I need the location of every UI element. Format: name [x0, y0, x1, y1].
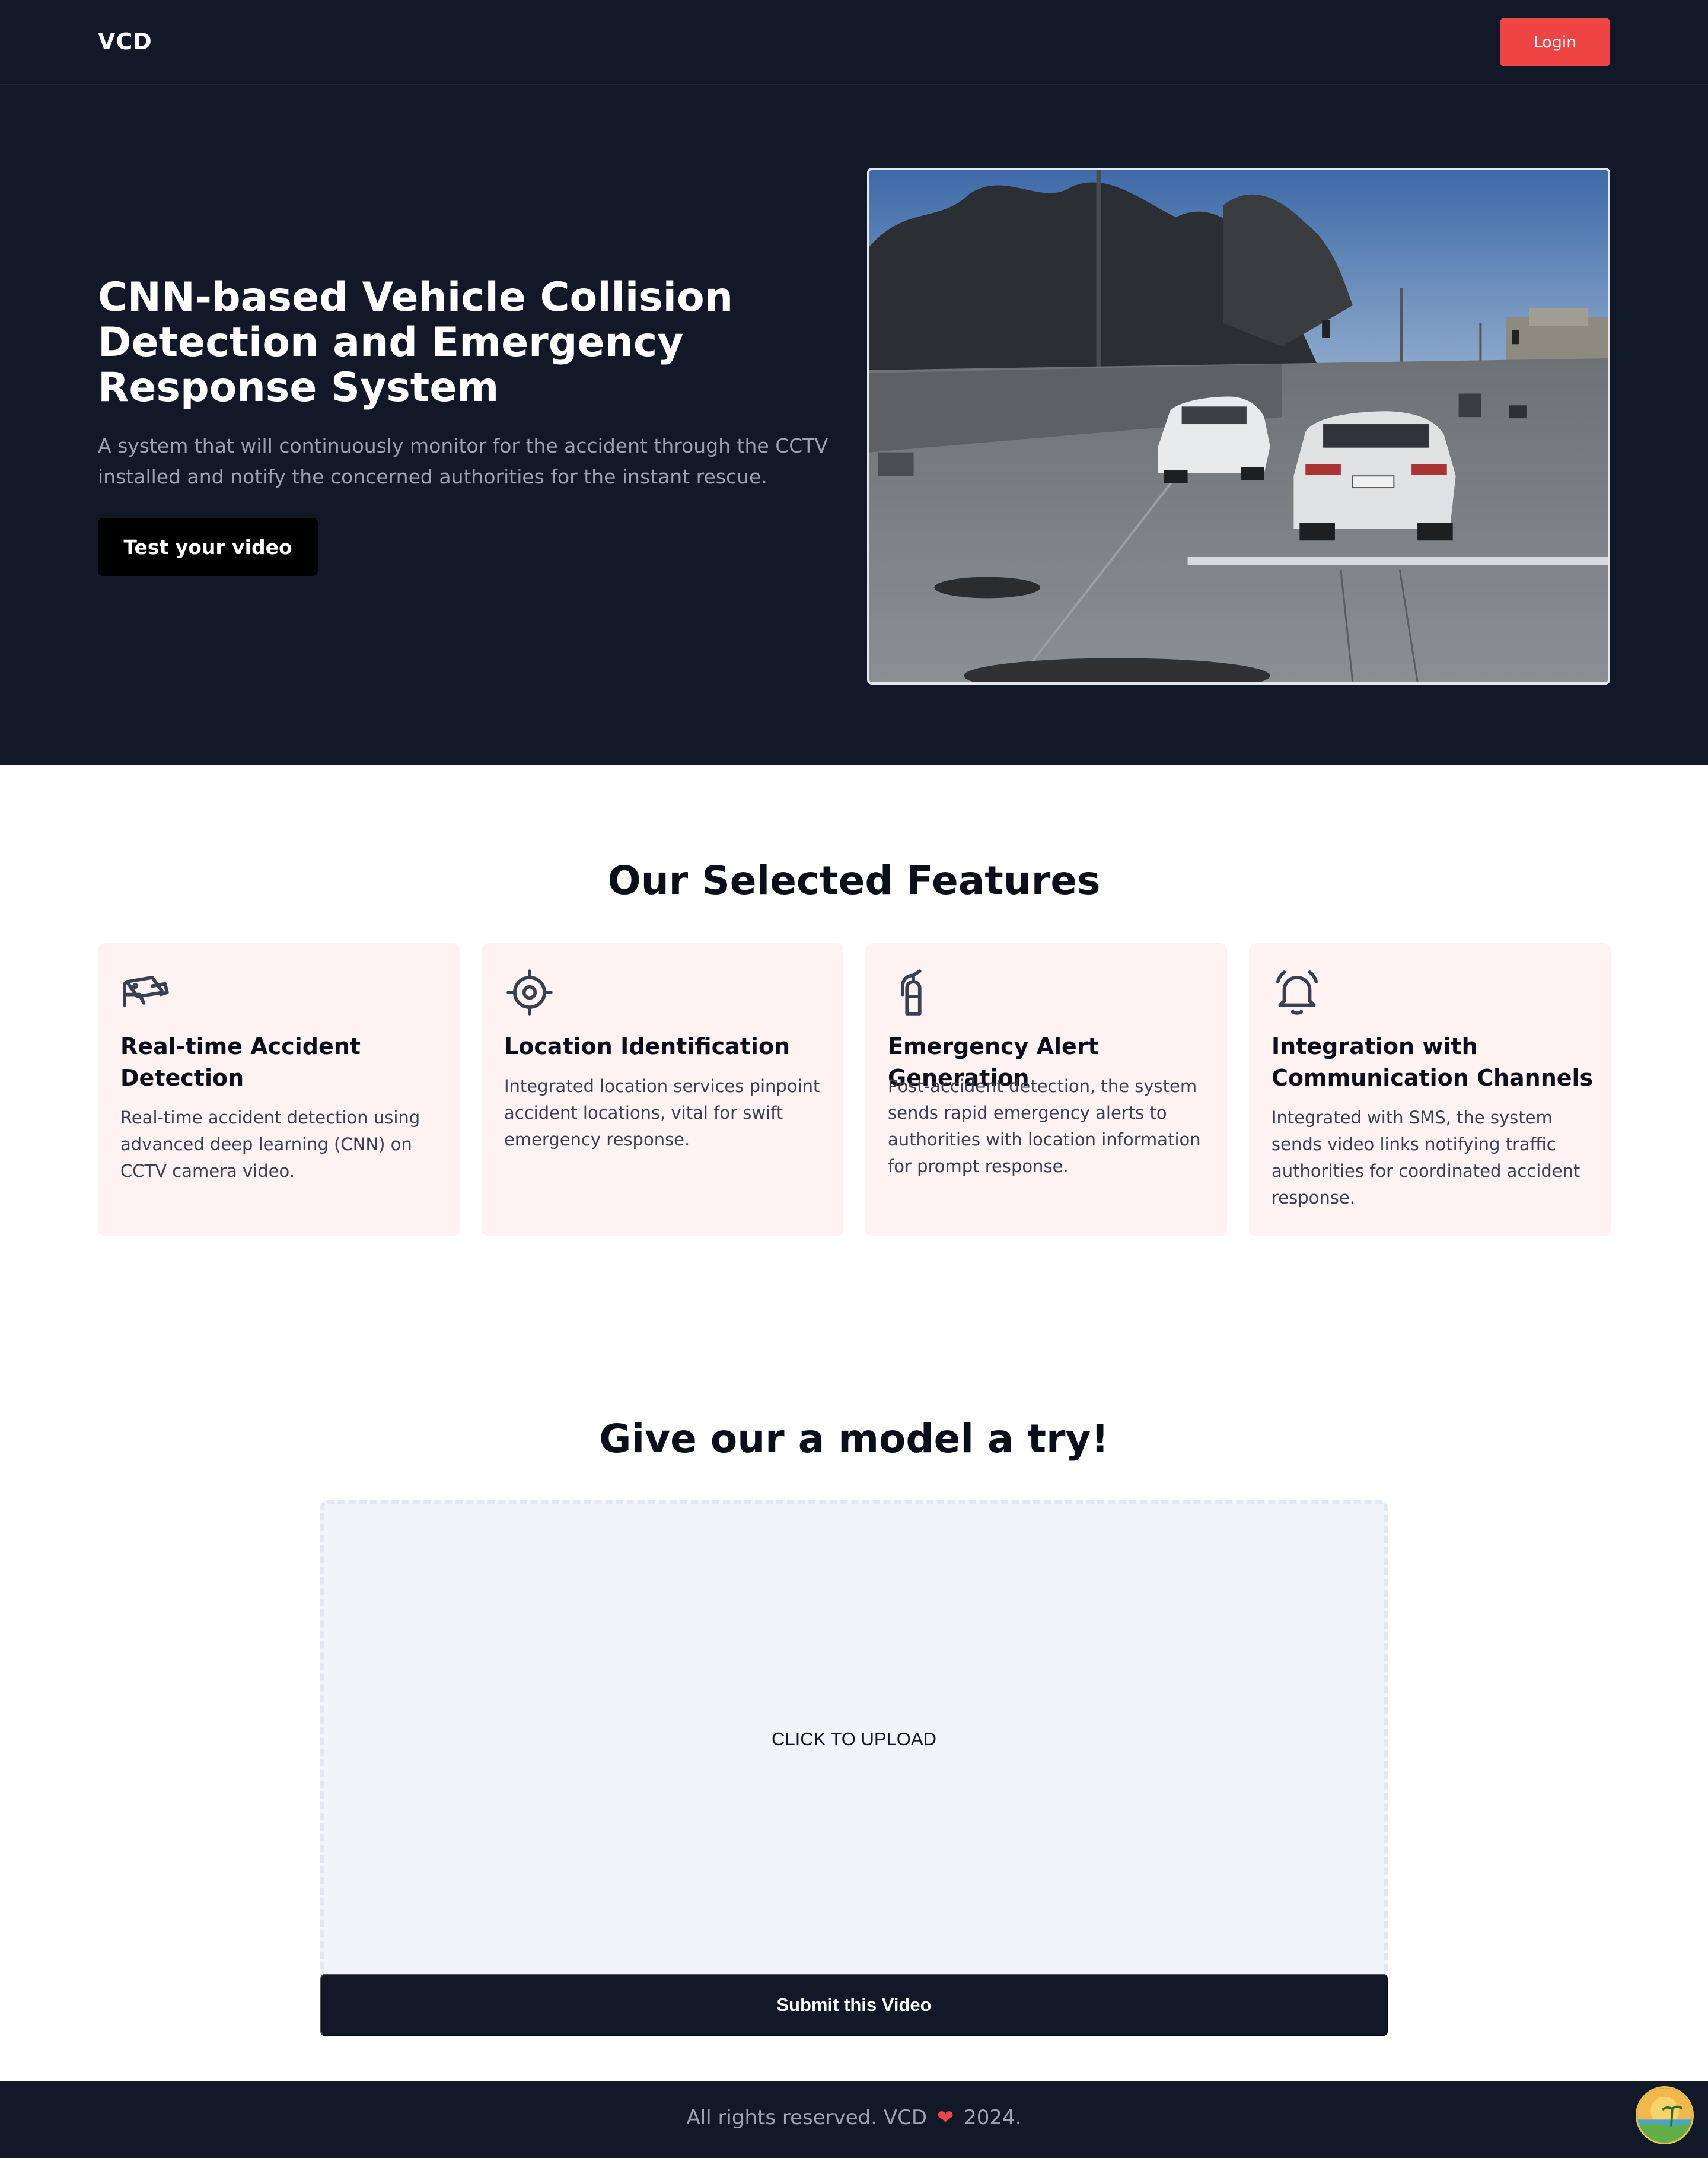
feature-heading: Real-time Accident Detection: [120, 1033, 361, 1091]
footer: All rights reserved. VCD ❤ 2024.: [0, 2081, 1708, 2158]
feature-card-location: Location Identification Integrated locat…: [482, 943, 843, 1236]
try-model-title: Give our a model a try!: [599, 1416, 1109, 1462]
bell-icon: [1272, 967, 1323, 1018]
feature-text: Real-time accident detection using advan…: [120, 1107, 420, 1181]
heart-icon: ❤: [936, 2106, 954, 2130]
feature-text: Integrated with SMS, the system sends vi…: [1272, 1107, 1580, 1208]
location-target-icon: [504, 967, 555, 1018]
footer-text-before: All rights reserved. VCD: [686, 2106, 928, 2130]
footer-copyright: All rights reserved. VCD ❤ 2024.: [0, 2106, 1708, 2130]
footer-text-after: 2024.: [964, 2106, 1022, 2130]
avatar[interactable]: [1636, 2086, 1694, 2144]
login-button[interactable]: Login: [1500, 18, 1610, 66]
hero-title: CNN-based Vehicle Collision Detection an…: [98, 274, 734, 411]
feature-card-communication: Integration with Communication Channels …: [1249, 943, 1611, 1236]
features-title: Our Selected Features: [607, 858, 1101, 903]
feature-heading: Integration with Communication Channels: [1272, 1033, 1594, 1091]
feature-heading: Location Identification: [504, 1033, 791, 1059]
test-video-button[interactable]: Test your video: [98, 518, 318, 576]
hero-description: A system that will continuously monitor …: [98, 434, 828, 488]
submit-video-button[interactable]: Submit this Video: [320, 1974, 1388, 2036]
navbar: VCD Login: [0, 0, 1708, 85]
feature-card-emergency-alert: Emergency Alert Generation Post-accident…: [865, 943, 1227, 1236]
feature-card-accident-detection: Real-time Accident Detection Real-time a…: [98, 943, 460, 1236]
feature-text: Post-accident detection, the system send…: [888, 1076, 1201, 1176]
upload-label: CLICK TO UPLOAD: [772, 1729, 936, 1749]
traffic-scene-illustration: [869, 170, 1608, 682]
fire-extinguisher-icon: [888, 967, 939, 1018]
brand-logo[interactable]: VCD: [98, 28, 152, 55]
hero-traffic-image: [867, 168, 1610, 685]
avatar-image: [1637, 2088, 1692, 2143]
feature-text: Integrated location services pinpoint ac…: [504, 1076, 820, 1150]
video-upload-dropzone[interactable]: CLICK TO UPLOAD: [320, 1500, 1388, 1975]
cctv-camera-icon: [120, 967, 171, 1018]
hero-section: CNN-based Vehicle Collision Detection an…: [0, 85, 1708, 765]
